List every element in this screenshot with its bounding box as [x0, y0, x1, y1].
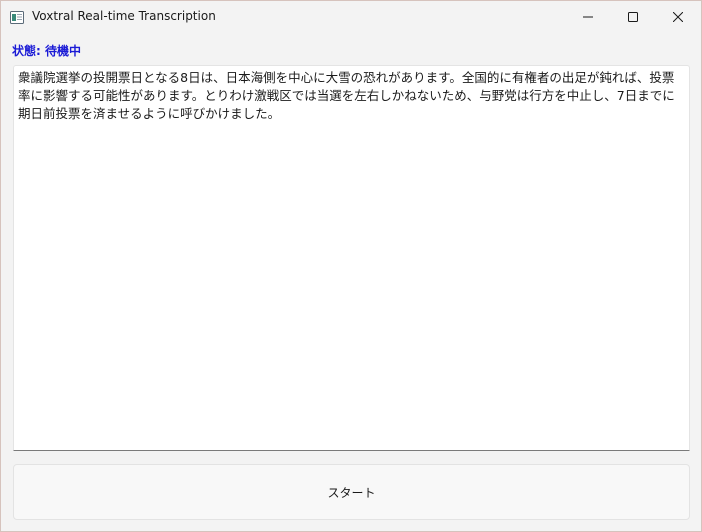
app-icon [10, 9, 24, 24]
title-bar[interactable]: Voxtral Real-time Transcription [1, 1, 701, 31]
minimize-icon [583, 7, 593, 26]
status-label: 状態: 待機中 [12, 44, 81, 58]
transcript-text-area[interactable]: 衆議院選挙の投開票日となる8日は、日本海側を中心に大雪の恐れがあります。全国的に… [13, 65, 690, 451]
close-icon [672, 7, 684, 26]
maximize-button[interactable] [610, 1, 656, 31]
start-button[interactable]: スタート [13, 464, 690, 520]
minimize-button[interactable] [565, 1, 611, 31]
close-button[interactable] [655, 1, 701, 31]
app-window: Voxtral Real-time Transcription 状態: 待機中 … [0, 0, 702, 532]
start-button-label: スタート [327, 485, 376, 500]
window-title: Voxtral Real-time Transcription [32, 9, 216, 23]
maximize-icon [628, 7, 638, 26]
